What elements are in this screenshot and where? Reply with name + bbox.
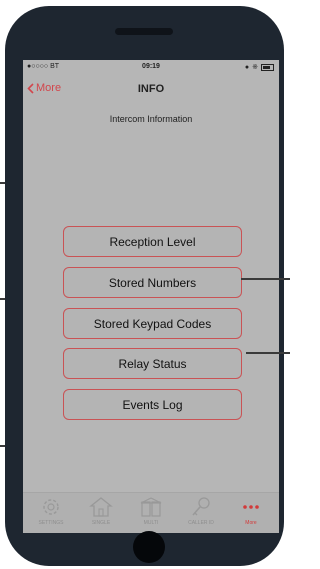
section-subtitle: Intercom Information — [109, 114, 193, 124]
key-icon — [192, 497, 210, 516]
tab-caller-id[interactable]: CALLER ID — [176, 496, 226, 526]
tab-label: CALLER ID — [188, 520, 214, 526]
tab-more[interactable]: More — [226, 496, 276, 526]
stored-keypad-codes-button[interactable]: Stored Keypad Codes — [63, 308, 242, 339]
callout-line — [241, 278, 290, 280]
tab-label: More — [245, 520, 257, 526]
tab-label: MULTI — [143, 520, 159, 526]
more-dots-icon — [243, 505, 259, 509]
tab-settings[interactable]: SETTINGS — [26, 496, 76, 526]
house-icon — [89, 497, 113, 517]
tab-label: SINGLE — [91, 520, 111, 526]
phone-screen: ●○○○○ BT 09:19 ● ※ More INFO Intercom In… — [23, 60, 279, 533]
speaker-grille — [115, 28, 173, 35]
stored-numbers-button[interactable]: Stored Numbers — [63, 267, 242, 298]
home-button[interactable] — [133, 531, 165, 563]
tab-label: SETTINGS — [38, 520, 64, 526]
alarm-icon: ● — [244, 63, 250, 71]
gear-icon — [43, 499, 59, 515]
status-icons: ● ※ — [245, 63, 274, 71]
buildings-icon — [140, 497, 162, 517]
relay-status-button[interactable]: Relay Status — [63, 348, 242, 379]
events-log-button[interactable]: Events Log — [63, 389, 242, 420]
callout-line — [246, 352, 290, 354]
page-title: INFO — [137, 83, 165, 95]
navigation-bar: More INFO — [23, 78, 279, 102]
tab-single[interactable]: SINGLE — [76, 496, 126, 526]
battery-icon — [261, 63, 274, 71]
status-time: 09:19 — [142, 63, 160, 70]
phone-frame: ●○○○○ BT 09:19 ● ※ More INFO Intercom In… — [5, 6, 284, 566]
tab-bar: SETTINGS SINGLE MULTI CALLER ID More — [23, 492, 279, 533]
reception-level-button[interactable]: Reception Level — [63, 226, 242, 257]
bluetooth-icon: ※ — [252, 64, 258, 71]
status-bar: ●○○○○ BT 09:19 ● ※ — [23, 60, 279, 74]
tab-multi[interactable]: MULTI — [126, 496, 176, 526]
